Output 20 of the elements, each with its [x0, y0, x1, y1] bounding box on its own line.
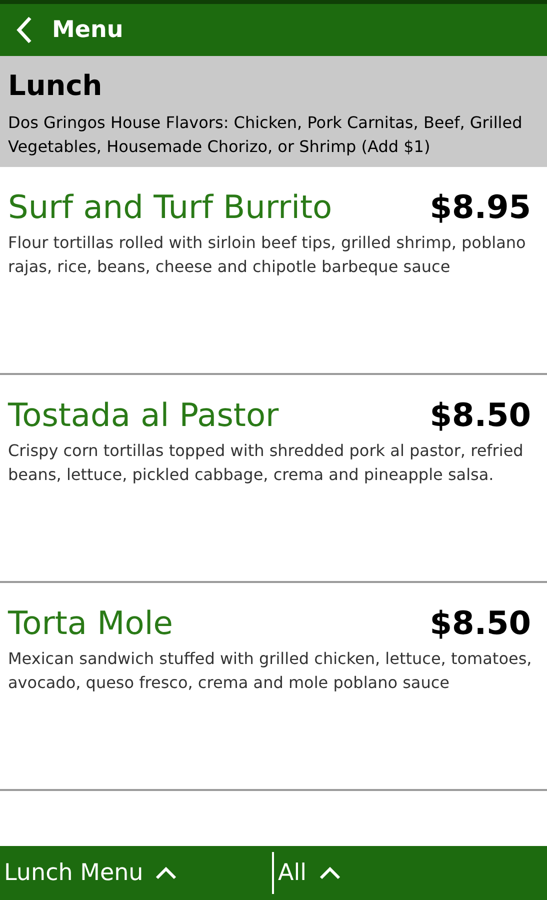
- section-title: Lunch: [8, 68, 104, 103]
- item-name: Surf and Turf Burrito: [8, 187, 332, 227]
- menu-item[interactable]: Surf and Turf Burrito $8.95 Flour tortillas rolled with sirloin beef tips, grilled shrimp, poblano rajas, rice, beans, cheese and chipotle barbeque sauce: [0, 167, 547, 375]
- caret-up-icon: [155, 866, 178, 880]
- back-icon: [15, 15, 33, 45]
- caret-up-icon: [318, 866, 341, 880]
- section-description: Dos Gringos House Flavors: Chicken, Pork Carnitas, Beef, Grilled Vegetables, Housemade Chorizo, or Shrimp (Add $1): [8, 112, 524, 158]
- header-title: Menu: [52, 16, 124, 45]
- item-description: Mexican sandwich stuffed with grilled chicken, lettuce, tomatoes, avocado, queso fresco, crema and mole poblano sauce: [8, 648, 533, 694]
- dropdown-button[interactable]: All: [274, 846, 547, 900]
- dropdown-button[interactable]: Lunch Menu: [0, 846, 272, 900]
- item-price: $8.50: [430, 395, 532, 435]
- item-price: $8.95: [430, 187, 532, 227]
- item-description: Crispy corn tortillas topped with shredded pork al pastor, refried beans, lettuce, pickled cabbage, crema and pineapple salsa.: [8, 440, 524, 486]
- item-name: Torta Mole: [8, 603, 173, 643]
- menu-item[interactable]: Tostada al Pastor $8.50 Crispy corn tortillas topped with shredded pork al pastor, refried beans, lettuce, pickled cabbage, crema and pineapple salsa.: [0, 375, 547, 583]
- menu-item[interactable]: Torta Mole $8.50 Mexican sandwich stuffed with grilled chicken, lettuce, tomatoes, avocado, queso fresco, crema and mole poblano sauce: [0, 583, 547, 791]
- item-name: Tostada al Pastor: [8, 395, 279, 435]
- item-price: $8.50: [430, 603, 532, 643]
- item-description: Flour tortillas rolled with sirloin beef tips, grilled shrimp, poblano rajas, rice, beans, cheese and chipotle barbeque sauce: [8, 232, 527, 278]
